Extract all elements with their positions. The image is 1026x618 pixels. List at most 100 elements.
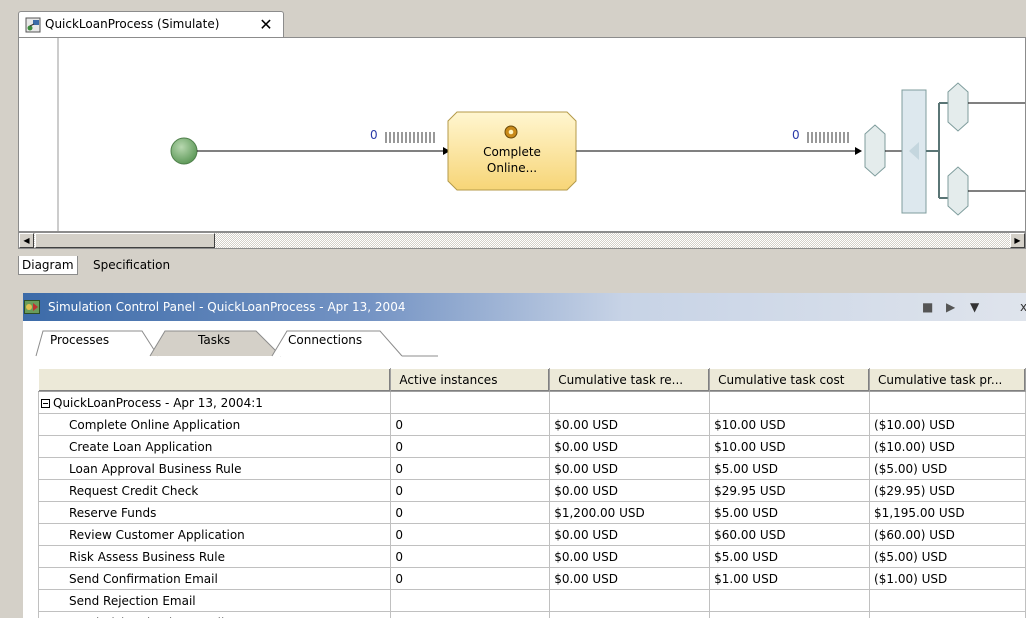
active-instances-cell: 0 <box>390 567 551 590</box>
table-row[interactable]: Complete Online Application 0 $0.00 USD $10… <box>38 413 1026 436</box>
active-instances-cell: 0 <box>390 501 551 524</box>
cumulative-cost-cell: $10.00 USD <box>709 413 871 436</box>
connector-node <box>864 124 886 177</box>
cumulative-cost-cell: $60.00 USD <box>709 523 871 546</box>
cumulative-profit-cell: ($5.00) USD <box>869 545 1026 568</box>
token-gauge-1 <box>385 132 435 143</box>
view-menu-icon[interactable]: ▼ <box>970 300 979 314</box>
editor-tab-title: QuickLoanProcess (Simulate) <box>45 17 220 31</box>
process-cell: QuickLoanProcess - Apr 13, 2004:1 <box>38 391 392 414</box>
task-name-cell: Send Rejection Email <box>38 589 392 612</box>
table-row[interactable]: Risk Assess Business Rule 0 $0.00 USD $5.00… <box>38 545 1026 568</box>
cumulative-cost-cell <box>709 611 871 618</box>
task-name-cell: Reserve Funds <box>38 501 392 524</box>
task-name-cell: Create Loan Application <box>38 435 392 458</box>
active-instances-cell: 0 <box>390 457 551 480</box>
cumulative-cost-cell: $5.00 USD <box>709 501 871 524</box>
column-header-cumulative-profit[interactable]: Cumulative task pr... <box>869 368 1026 392</box>
cumulative-revenue-cell: $0.00 USD <box>549 479 711 502</box>
column-header-active-instances[interactable]: Active instances <box>390 368 551 392</box>
token-counter-1: 0 <box>370 128 378 142</box>
collapse-icon[interactable] <box>41 398 50 408</box>
cumulative-revenue-cell <box>549 589 711 612</box>
active-instances-cell: 0 <box>390 413 551 436</box>
cumulative-revenue-cell: $1,200.00 USD <box>549 501 711 524</box>
editor-tab[interactable]: QuickLoanProcess (Simulate) ✕ <box>18 11 284 37</box>
table-row[interactable]: Send Confirmation Email 0 $0.00 USD $1.00 U… <box>38 567 1026 590</box>
cumulative-profit-cell <box>869 589 1026 612</box>
tasks-table-container: Active instances Cumulative task re... C… <box>38 368 1026 618</box>
cumulative-cost-cell: $29.95 USD <box>709 479 871 502</box>
cumulative-revenue-cell: $0.00 USD <box>549 413 711 436</box>
table-body: QuickLoanProcess - Apr 13, 2004:1 Comple… <box>38 391 1026 618</box>
token-gauge-2 <box>807 132 849 143</box>
task-name-cell: Complete Online Application <box>38 413 392 436</box>
cumulative-profit-cell: ($29.95) USD <box>869 479 1026 502</box>
left-gutter <box>18 293 23 618</box>
cumulative-cost-cell: $5.00 USD <box>709 545 871 568</box>
table-row[interactable]: Create Loan Application 0 $0.00 USD $10.00 … <box>38 435 1026 458</box>
horizontal-scrollbar[interactable]: ◀ ▶ <box>18 232 1026 249</box>
process-diagram <box>57 38 1025 231</box>
column-header-cumulative-revenue[interactable]: Cumulative task re... <box>549 368 711 392</box>
column-header-name[interactable] <box>38 368 392 392</box>
close-panel-icon[interactable]: x <box>1020 300 1026 314</box>
panel-tabs: Processes Tasks Connections <box>18 329 1026 357</box>
simulation-icon <box>24 300 40 314</box>
task-name-cell: Send Risk Rejection Email <box>38 611 392 618</box>
editor-view-tabs: Diagram Specification <box>18 254 1026 276</box>
table-row[interactable]: Review Customer Application 0 $0.00 USD $60… <box>38 523 1026 546</box>
cumulative-cost-cell: $10.00 USD <box>709 435 871 458</box>
tab-tasks[interactable]: Tasks <box>198 333 230 347</box>
tab-specification[interactable]: Specification <box>90 256 173 274</box>
cumulative-revenue-cell: $0.00 USD <box>549 567 711 590</box>
scroll-right-icon[interactable]: ▶ <box>1010 233 1025 248</box>
task-label-line-1: Complete <box>483 145 541 159</box>
scrollbar-thumb[interactable] <box>35 233 215 248</box>
task-label-line-2: Online... <box>486 161 538 175</box>
cumulative-cost-cell <box>709 589 871 612</box>
column-header-cumulative-cost[interactable]: Cumulative task cost <box>709 368 871 392</box>
active-instances-cell: 0 <box>390 435 551 458</box>
cumulative-cost-cell: $1.00 USD <box>709 567 871 590</box>
table-row[interactable]: Send Risk Rejection Email <box>38 611 1026 618</box>
task-name-cell: Review Customer Application <box>38 523 392 546</box>
branch-node-upper <box>947 82 969 132</box>
tasks-table: Active instances Cumulative task re... C… <box>38 368 1026 618</box>
branch-node-lower <box>947 166 969 216</box>
stop-icon[interactable]: ■ <box>922 300 933 314</box>
close-icon[interactable]: ✕ <box>255 15 277 35</box>
cumulative-profit-cell: ($10.00) USD <box>869 413 1026 436</box>
active-instances-cell: 0 <box>390 523 551 546</box>
cumulative-profit-cell: ($60.00) USD <box>869 523 1026 546</box>
table-cell <box>709 391 871 414</box>
task-name-cell: Loan Approval Business Rule <box>38 457 392 480</box>
scroll-left-icon[interactable]: ◀ <box>19 233 34 248</box>
cumulative-profit-cell: $1,195.00 USD <box>869 501 1026 524</box>
tab-diagram[interactable]: Diagram <box>18 256 78 275</box>
diagram-canvas[interactable]: 0 0 Complete Online... <box>18 37 1026 232</box>
cumulative-revenue-cell: $0.00 USD <box>549 457 711 480</box>
process-editor: QuickLoanProcess (Simulate) ✕ 0 0 Comple… <box>18 6 1026 282</box>
cumulative-profit-cell <box>869 611 1026 618</box>
table-row[interactable]: Reserve Funds 0 $1,200.00 USD $5.00 USD $1,1… <box>38 501 1026 524</box>
cumulative-profit-cell: ($1.00) USD <box>869 567 1026 590</box>
panel-title: Simulation Control Panel - QuickLoanProc… <box>48 300 406 314</box>
active-instances-cell: 0 <box>390 479 551 502</box>
play-icon[interactable]: ▶ <box>946 300 955 314</box>
start-event-icon <box>170 137 198 165</box>
cumulative-profit-cell: ($5.00) USD <box>869 457 1026 480</box>
table-row[interactable]: Request Credit Check 0 $0.00 USD $29.95 USD… <box>38 479 1026 502</box>
process-row[interactable]: QuickLoanProcess - Apr 13, 2004:1 <box>38 391 1026 414</box>
table-row[interactable]: Loan Approval Business Rule 0 $0.00 USD $5.… <box>38 457 1026 480</box>
active-instances-cell: 0 <box>390 545 551 568</box>
simulation-control-panel: Simulation Control Panel - QuickLoanProc… <box>18 293 1026 618</box>
task-name-cell: Send Confirmation Email <box>38 567 392 590</box>
tab-processes[interactable]: Processes <box>50 333 109 347</box>
table-row[interactable]: Send Rejection Email <box>38 589 1026 612</box>
process-icon <box>25 17 41 33</box>
table-cell <box>549 391 711 414</box>
task-label: Complete Online... <box>448 144 576 176</box>
tab-connections[interactable]: Connections <box>288 333 362 347</box>
token-counter-2: 0 <box>792 128 800 142</box>
